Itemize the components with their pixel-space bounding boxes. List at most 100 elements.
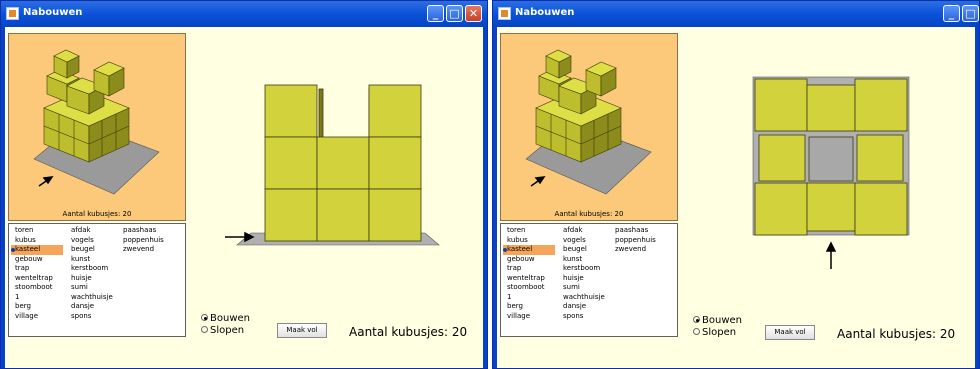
close-icon: ✕: [468, 7, 479, 20]
title-bar[interactable]: Nabouwen _ □: [493, 1, 979, 27]
list-item[interactable]: afdak: [67, 226, 113, 236]
list-item-selected[interactable]: kasteel: [503, 245, 555, 255]
list-item[interactable]: sumi: [67, 283, 113, 293]
close-button[interactable]: ✕: [465, 5, 482, 22]
top-view-drawing: [752, 76, 910, 269]
list-column-2: afdak vogels beugel kunst kerstboom huis…: [559, 226, 605, 321]
list-item[interactable]: beugel: [67, 245, 113, 255]
app-icon: [6, 7, 19, 20]
minimize-icon: _: [432, 7, 439, 20]
list-item[interactable]: zwevend: [119, 245, 164, 255]
list-item[interactable]: sumi: [559, 283, 605, 293]
list-item[interactable]: vogels: [559, 236, 605, 246]
fill-button[interactable]: Maak vol: [277, 323, 327, 338]
front-view-drawing: [225, 84, 440, 246]
fill-button[interactable]: Maak vol: [765, 325, 815, 340]
cube-stack: [43, 49, 130, 163]
window-front-view: Nabouwen _ □ ✕ Aantal kubusjes: 20 toren…: [0, 0, 488, 369]
list-item[interactable]: huisje: [67, 274, 113, 284]
list-item[interactable]: kunst: [67, 255, 113, 265]
list-item[interactable]: wenteltrap: [503, 274, 555, 284]
title-bar[interactable]: Nabouwen _ □ ✕: [1, 1, 487, 27]
list-item[interactable]: zwevend: [611, 245, 656, 255]
maximize-button[interactable]: □: [962, 5, 979, 22]
list-item[interactable]: gebouw: [11, 255, 63, 265]
list-item[interactable]: beugel: [559, 245, 605, 255]
list-column-3: paashaas poppenhuis zwevend: [119, 226, 164, 255]
app-icon: [498, 7, 511, 20]
model-list[interactable]: toren kubus kasteel gebouw trap wenteltr…: [500, 223, 678, 337]
list-item[interactable]: toren: [11, 226, 63, 236]
radio-unchecked-icon: [201, 326, 208, 333]
list-item[interactable]: kubus: [11, 236, 63, 246]
radio-checked-icon: [693, 316, 700, 323]
list-item[interactable]: spons: [559, 312, 605, 322]
list-item[interactable]: kubus: [503, 236, 555, 246]
list-item[interactable]: 1: [11, 293, 63, 303]
maximize-button[interactable]: □: [446, 5, 463, 22]
preview-model-drawing: [525, 49, 652, 195]
window-title: Nabouwen: [23, 7, 83, 18]
preview-model-drawing: [33, 49, 160, 195]
client-area: Aantal kubusjes: 20 toren kubus kasteel …: [5, 27, 483, 368]
list-item[interactable]: afdak: [559, 226, 605, 236]
build-view-front[interactable]: [189, 33, 465, 313]
list-item[interactable]: kerstboom: [559, 264, 605, 274]
window-title: Nabouwen: [515, 7, 575, 18]
list-item[interactable]: toren: [503, 226, 555, 236]
list-column-1: toren kubus kasteel gebouw trap wenteltr…: [11, 226, 63, 321]
list-item[interactable]: huisje: [559, 274, 605, 284]
selected-bullet-icon: [503, 248, 507, 252]
radio-unchecked-icon: [693, 328, 700, 335]
front-cube-grid: [264, 84, 422, 242]
list-item[interactable]: berg: [503, 302, 555, 312]
list-item[interactable]: wachthuisje: [67, 293, 113, 303]
list-item[interactable]: dansje: [67, 302, 113, 312]
list-item[interactable]: wachthuisje: [559, 293, 605, 303]
list-item[interactable]: stoomboot: [11, 283, 63, 293]
radio-build[interactable]: Bouwen: [201, 313, 250, 325]
preview-cube-count: Aantal kubusjes: 20: [554, 210, 624, 218]
selected-bullet-icon: [11, 248, 15, 252]
radio-break[interactable]: Slopen: [201, 325, 244, 337]
radio-checked-icon: [201, 314, 208, 321]
list-item[interactable]: gebouw: [503, 255, 555, 265]
list-item[interactable]: paashaas: [119, 226, 164, 236]
minimize-button[interactable]: _: [943, 5, 960, 22]
view-direction-arrow: [530, 176, 546, 187]
list-item[interactable]: kerstboom: [67, 264, 113, 274]
list-item[interactable]: paashaas: [611, 226, 656, 236]
radio-build[interactable]: Bouwen: [693, 315, 742, 327]
preview-cube-count: Aantal kubusjes: 20: [62, 210, 132, 218]
list-item[interactable]: berg: [11, 302, 63, 312]
list-item[interactable]: vogels: [67, 236, 113, 246]
window-top-view: Nabouwen _ □ Aantal kubusjes: 20 toren k…: [492, 0, 980, 369]
list-item[interactable]: kunst: [559, 255, 605, 265]
list-item[interactable]: trap: [503, 264, 555, 274]
model-preview: Aantal kubusjes: 20: [500, 33, 678, 221]
list-item-selected[interactable]: kasteel: [11, 245, 63, 255]
top-cube-grid: [754, 78, 908, 236]
list-item[interactable]: poppenhuis: [119, 236, 164, 246]
model-list[interactable]: toren kubus kasteel gebouw trap wenteltr…: [8, 223, 186, 337]
list-item[interactable]: 1: [503, 293, 555, 303]
radio-break[interactable]: Slopen: [693, 327, 736, 339]
list-item[interactable]: poppenhuis: [611, 236, 656, 246]
view-direction-arrow: [825, 241, 837, 269]
build-view-top[interactable]: [681, 33, 957, 313]
list-item[interactable]: stoomboot: [503, 283, 555, 293]
list-item[interactable]: wenteltrap: [11, 274, 63, 284]
client-area: Aantal kubusjes: 20 toren kubus kasteel …: [497, 27, 975, 368]
list-column-2: afdak vogels beugel kunst kerstboom huis…: [67, 226, 113, 321]
view-direction-arrow: [38, 176, 54, 187]
list-item[interactable]: trap: [11, 264, 63, 274]
list-item[interactable]: spons: [67, 312, 113, 322]
minimize-icon: _: [948, 7, 955, 20]
minimize-button[interactable]: _: [427, 5, 444, 22]
list-column-3: paashaas poppenhuis zwevend: [611, 226, 656, 255]
maximize-icon: □: [965, 7, 976, 20]
list-item[interactable]: village: [503, 312, 555, 322]
list-item[interactable]: dansje: [559, 302, 605, 312]
list-item[interactable]: village: [11, 312, 63, 322]
view-direction-arrow: [225, 231, 255, 243]
